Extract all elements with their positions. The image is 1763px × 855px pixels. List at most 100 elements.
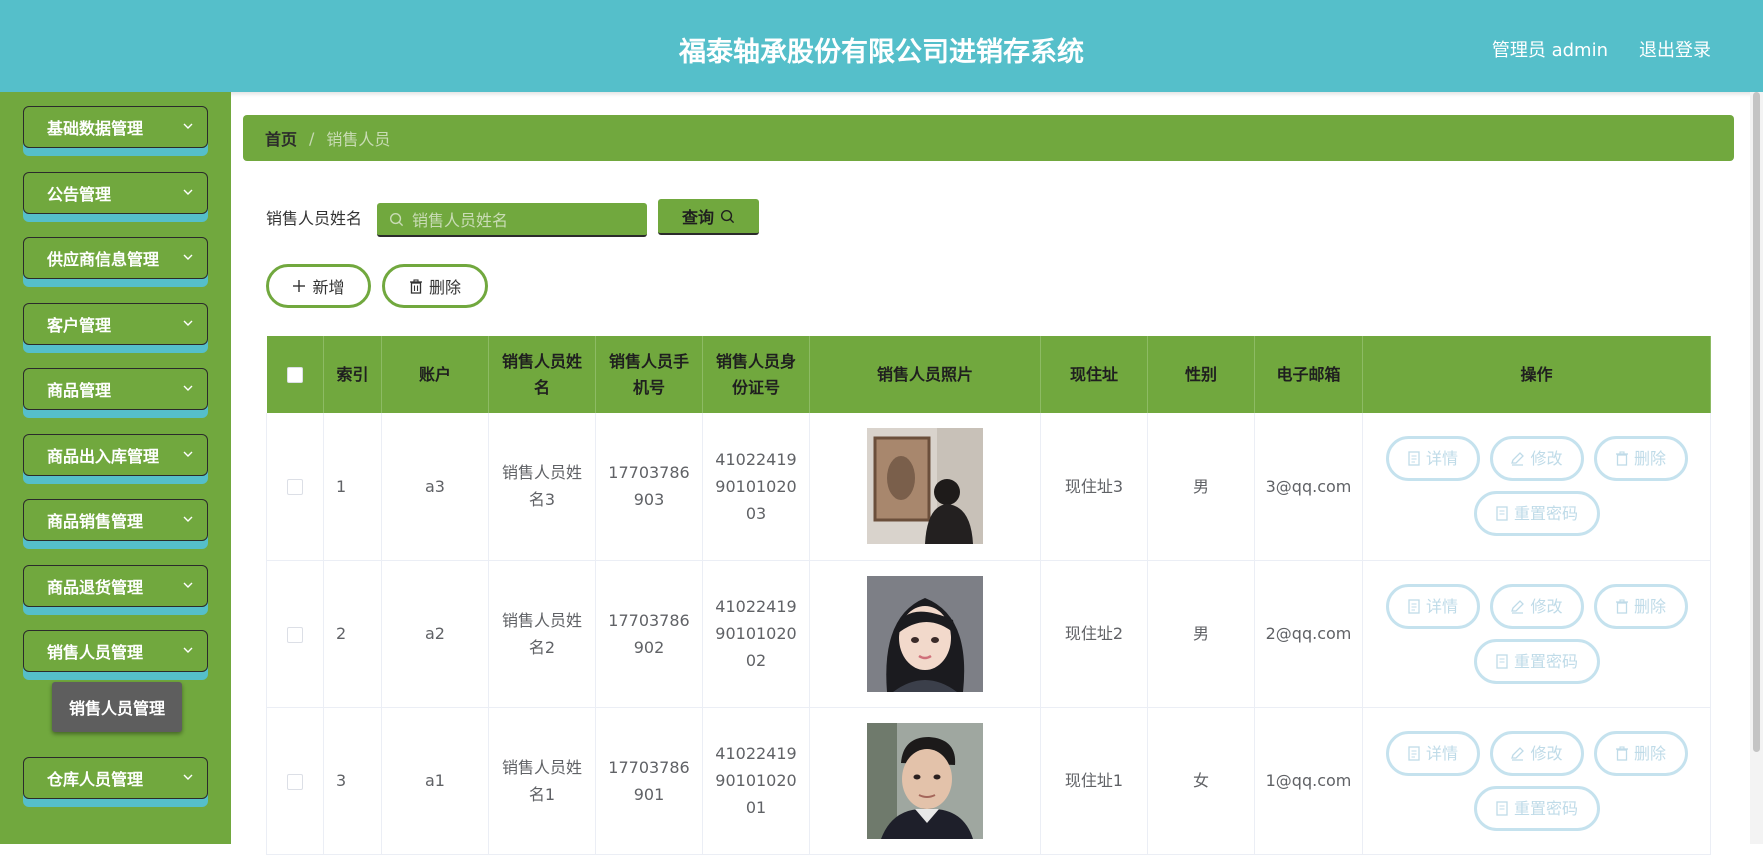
account-cell: a1	[381, 707, 489, 855]
edit-button-label: 修改	[1530, 449, 1563, 469]
detail-button-label: 详情	[1425, 596, 1458, 616]
sidebar-menu-item[interactable]: 商品销售管理	[23, 499, 208, 549]
app-header: 福泰轴承股份有限公司进销存系统 管理员 admin 退出登录	[0, 0, 1763, 92]
page-scrollbar[interactable]	[1750, 92, 1763, 844]
sidebar-menu-button[interactable]: 客户管理	[23, 303, 208, 345]
chevron-down-icon	[183, 451, 193, 457]
sidebar-menu-item[interactable]: 基础数据管理	[23, 106, 208, 156]
delete-button-label: 删除	[1633, 449, 1666, 469]
table-header-row: 索引 账户 销售人员姓名 销售人员手机号 销售人员身份证号 销售人员照片 现住址…	[266, 336, 1711, 413]
row-checkbox[interactable]	[287, 479, 303, 496]
breadcrumb-home[interactable]: 首页	[265, 126, 297, 150]
sidebar-menu-label: 销售人员管理	[47, 643, 144, 662]
trash-icon	[1615, 745, 1628, 761]
sidebar-menu-item[interactable]: 供应商信息管理	[23, 237, 208, 287]
add-button[interactable]: 新增	[266, 264, 371, 308]
row-checkbox[interactable]	[287, 773, 303, 790]
plus-icon	[293, 280, 306, 292]
chevron-down-icon	[183, 385, 193, 391]
sidebar-menu-label: 商品管理	[47, 381, 112, 400]
detail-button[interactable]: 详情	[1385, 583, 1480, 629]
row-select-cell	[266, 560, 324, 708]
query-button-label: 查询	[681, 208, 714, 227]
delete-button-label: 删除	[1633, 743, 1666, 763]
document-icon	[1496, 653, 1508, 669]
select-all-cell	[266, 336, 324, 413]
edit-icon	[1511, 599, 1525, 614]
detail-button-label: 详情	[1425, 449, 1458, 469]
row-checkbox[interactable]	[287, 626, 303, 643]
sidebar-menu-button[interactable]: 商品销售管理	[23, 499, 208, 541]
email-cell: 1@qq.com	[1254, 707, 1363, 855]
column-header: 性别	[1147, 336, 1255, 413]
table-row: 2 a2 销售人员姓名2 17703786902 410224199010102002 现…	[266, 560, 1711, 708]
sidebar-menu-label: 仓库人员管理	[47, 770, 144, 789]
logout-link[interactable]: 退出登录	[1639, 36, 1711, 62]
chevron-down-icon	[183, 582, 193, 588]
phone-cell: 17703786901	[595, 707, 703, 855]
document-icon	[1496, 800, 1508, 816]
search-placeholder: 销售人员姓名	[412, 211, 509, 230]
trash-icon	[409, 278, 422, 294]
sidebar-menu-button[interactable]: 基础数据管理	[23, 106, 208, 148]
column-header: 销售人员手机号	[595, 336, 703, 413]
reset-password-button[interactable]: 重置密码	[1473, 785, 1600, 831]
scrollbar-thumb[interactable]	[1753, 92, 1760, 752]
edit-icon	[1511, 452, 1525, 466]
sidebar-menu-button[interactable]: 销售人员管理	[23, 630, 208, 672]
sidebar-menu-button[interactable]: 商品出入库管理	[23, 434, 208, 476]
add-button-label: 新增	[312, 278, 345, 297]
sidebar-menu-item[interactable]: 客户管理	[23, 303, 208, 353]
reset-password-label: 重置密码	[1513, 651, 1578, 671]
chevron-down-icon	[183, 516, 193, 522]
document-icon	[1496, 506, 1508, 521]
edit-button-label: 修改	[1530, 743, 1563, 763]
operations-cell: 详情 修改 删除重置密码	[1362, 413, 1711, 561]
submenu-item-salesperson[interactable]: 销售人员管理	[52, 682, 182, 732]
delete-button[interactable]: 删除	[1593, 583, 1688, 629]
address-cell: 现住址2	[1040, 560, 1148, 708]
reset-password-button[interactable]: 重置密码	[1473, 638, 1600, 684]
reset-password-label: 重置密码	[1513, 798, 1578, 818]
person-back-photo	[867, 428, 983, 545]
search-icon	[720, 209, 735, 223]
email-cell: 3@qq.com	[1254, 413, 1363, 561]
sidebar-menu-item[interactable]: 商品出入库管理	[23, 434, 208, 484]
sidebar-menu-label: 公告管理	[47, 185, 112, 204]
detail-button[interactable]: 详情	[1385, 436, 1480, 482]
sidebar-menu-item[interactable]: 销售人员管理	[23, 630, 208, 680]
edit-button[interactable]: 修改	[1489, 436, 1584, 482]
column-header: 销售人员照片	[809, 336, 1041, 413]
sidebar-menu-button[interactable]: 仓库人员管理	[23, 757, 208, 799]
reset-password-label: 重置密码	[1513, 504, 1578, 524]
edit-button[interactable]: 修改	[1489, 730, 1584, 776]
column-header: 销售人员姓名	[488, 336, 596, 413]
sidebar-menu-button[interactable]: 供应商信息管理	[23, 237, 208, 279]
sidebar-menu-button[interactable]: 公告管理	[23, 172, 208, 214]
sidebar: 基础数据管理公告管理供应商信息管理 客户管理商品管理商品出入库管理商品销售管理 商品…	[0, 92, 231, 844]
row-select-cell	[266, 413, 324, 561]
sidebar-menu-item[interactable]: 商品管理	[23, 368, 208, 418]
delete-button[interactable]: 删除	[1593, 730, 1688, 776]
sidebar-menu-item[interactable]: 商品退货管理	[23, 565, 208, 615]
operations-cell: 详情 修改 删除重置密码	[1362, 560, 1711, 708]
sidebar-menu-label: 商品出入库管理	[47, 447, 160, 466]
edit-button[interactable]: 修改	[1489, 583, 1584, 629]
sidebar-menu-button[interactable]: 商品管理	[23, 368, 208, 410]
delete-button[interactable]: 删除	[1593, 436, 1688, 482]
table-row: 1 a3 销售人员姓名3 17703786903 410224199010102003 现…	[266, 413, 1711, 561]
document-icon	[1408, 745, 1420, 761]
edit-button-label: 修改	[1530, 596, 1563, 616]
sidebar-menu-button[interactable]: 商品退货管理	[23, 565, 208, 607]
reset-password-button[interactable]: 重置密码	[1473, 491, 1600, 537]
sidebar-menu-item[interactable]: 仓库人员管理	[23, 757, 208, 807]
query-button[interactable]: 查询	[658, 199, 759, 235]
batch-delete-button[interactable]: 删除	[382, 264, 488, 308]
select-all-checkbox[interactable]	[286, 367, 303, 383]
detail-button[interactable]: 详情	[1385, 730, 1480, 776]
document-icon	[1408, 451, 1420, 466]
idcard-cell: 410224199010102003	[702, 413, 810, 561]
current-user: 管理员 admin	[1491, 40, 1608, 61]
sidebar-menu-item[interactable]: 公告管理	[23, 172, 208, 222]
name-search-input[interactable]: 销售人员姓名	[377, 203, 647, 237]
